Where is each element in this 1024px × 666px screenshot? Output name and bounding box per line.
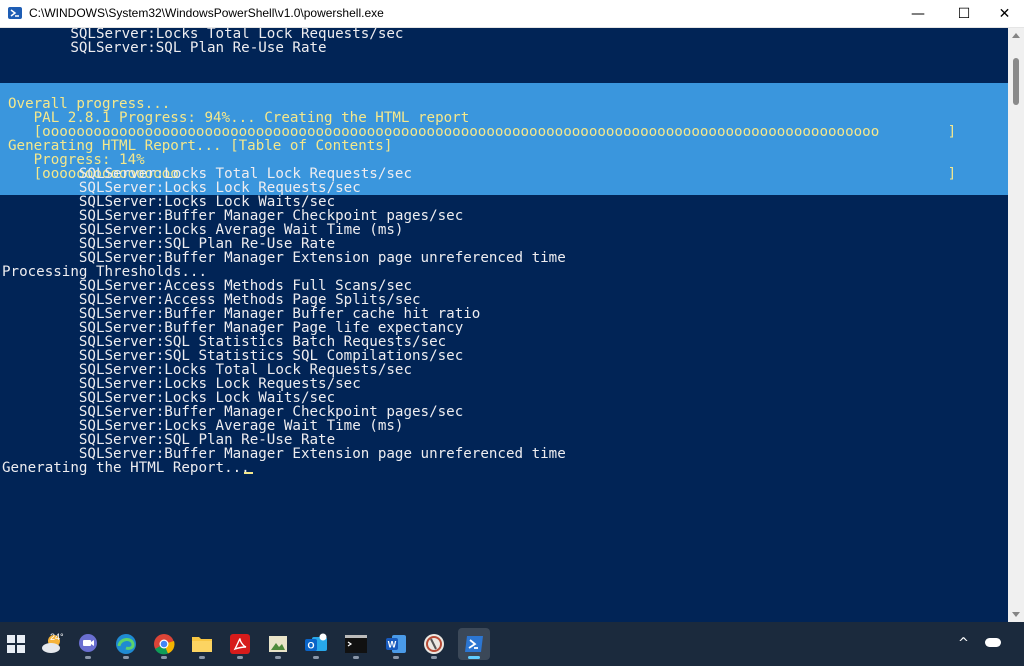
scroll-down-arrow-icon[interactable]	[1012, 612, 1020, 617]
console-line: SQLServer:Buffer Manager Extension page …	[2, 250, 566, 266]
edge-icon[interactable]	[110, 628, 142, 660]
close-button[interactable]: ✕	[985, 0, 1024, 27]
console-line: SQLServer:SQL Statistics Batch Requests/…	[2, 334, 447, 350]
taskbar: O W	[0, 622, 1024, 666]
overall-progress-bar: [ooooooooooooooooooooooooooooooooooooooo…	[8, 124, 957, 140]
console-line: SQLServer:Locks Total Lock Requests/sec	[2, 28, 404, 42]
title-bar[interactable]: C:\WINDOWS\System32\WindowsPowerShell\v1…	[0, 0, 1024, 28]
app-icon[interactable]	[418, 628, 450, 660]
console-line: SQLServer:Locks Lock Requests/sec	[2, 180, 361, 196]
console-output[interactable]: SQLServer:Locks Total Lock Requests/sec …	[0, 28, 1008, 622]
sub-progress-heading: Generating HTML Report... [Table of Cont…	[8, 138, 393, 154]
minimize-button[interactable]: —	[895, 0, 941, 27]
sub-progress-status: Progress: 14%	[8, 152, 145, 168]
console-line: SQLServer:SQL Plan Re-Use Rate	[2, 432, 336, 448]
acrobat-icon[interactable]	[224, 628, 256, 660]
console-line: SQLServer:Locks Lock Waits/sec	[2, 194, 336, 210]
console-line: SQLServer:Buffer Manager Extension page …	[2, 446, 566, 462]
console-line: SQLServer:Access Methods Full Scans/sec	[2, 278, 412, 294]
text-cursor	[244, 472, 253, 474]
console-line: SQLServer:Locks Lock Waits/sec	[2, 390, 336, 406]
photo-editor-icon[interactable]	[262, 628, 294, 660]
tray-chevron-icon[interactable]: ^	[958, 636, 969, 651]
outlook-icon[interactable]: O	[300, 628, 332, 660]
console-line: SQLServer:Buffer Manager Checkpoint page…	[2, 404, 464, 420]
scroll-up-arrow-icon[interactable]	[1012, 33, 1020, 38]
console-line: SQLServer:SQL Plan Re-Use Rate	[2, 40, 327, 56]
console-line: SQLServer:SQL Statistics SQL Compilation…	[2, 348, 464, 364]
window-title: C:\WINDOWS\System32\WindowsPowerShell\v1…	[29, 6, 384, 20]
file-explorer-icon[interactable]	[186, 628, 218, 660]
chat-icon[interactable]	[72, 628, 104, 660]
powershell-icon[interactable]	[458, 628, 490, 660]
overall-progress-status: PAL 2.8.1 Progress: 94%... Creating the …	[8, 110, 470, 126]
console-line-prompt: Generating the HTML Report...	[2, 460, 250, 476]
console-line: SQLServer:Locks Total Lock Requests/sec	[2, 362, 412, 378]
console-line: SQLServer:Buffer Manager Checkpoint page…	[2, 208, 464, 224]
scroll-thumb[interactable]	[1013, 58, 1019, 105]
svg-text:O: O	[307, 641, 314, 651]
console-line: SQLServer:Access Methods Page Splits/sec	[2, 292, 421, 308]
windows-start-icon[interactable]	[0, 628, 32, 660]
onedrive-cloud-icon[interactable]	[985, 638, 1001, 647]
console-line: SQLServer:Locks Average Wait Time (ms)	[2, 222, 404, 238]
weather-temperature: 24°	[50, 632, 64, 642]
console-line: SQLServer:Locks Average Wait Time (ms)	[2, 418, 404, 434]
svg-text:W: W	[388, 640, 397, 650]
console-line: SQLServer:Locks Total Lock Requests/sec	[2, 166, 412, 182]
console-line: SQLServer:Buffer Manager Buffer cache hi…	[2, 306, 481, 322]
overall-progress-heading: Overall progress...	[8, 96, 171, 112]
chrome-icon[interactable]	[148, 628, 180, 660]
console-line: SQLServer:Buffer Manager Page life expec…	[2, 320, 464, 336]
console-line: SQLServer:Locks Lock Requests/sec	[2, 376, 361, 392]
console-line: Processing Thresholds...	[2, 264, 207, 280]
maximize-button[interactable]: ☐	[941, 0, 987, 27]
powershell-icon	[8, 7, 22, 19]
command-prompt-icon[interactable]	[340, 628, 372, 660]
vertical-scrollbar[interactable]	[1008, 28, 1024, 622]
console-line: SQLServer:SQL Plan Re-Use Rate	[2, 236, 336, 252]
word-icon[interactable]: W	[380, 628, 412, 660]
